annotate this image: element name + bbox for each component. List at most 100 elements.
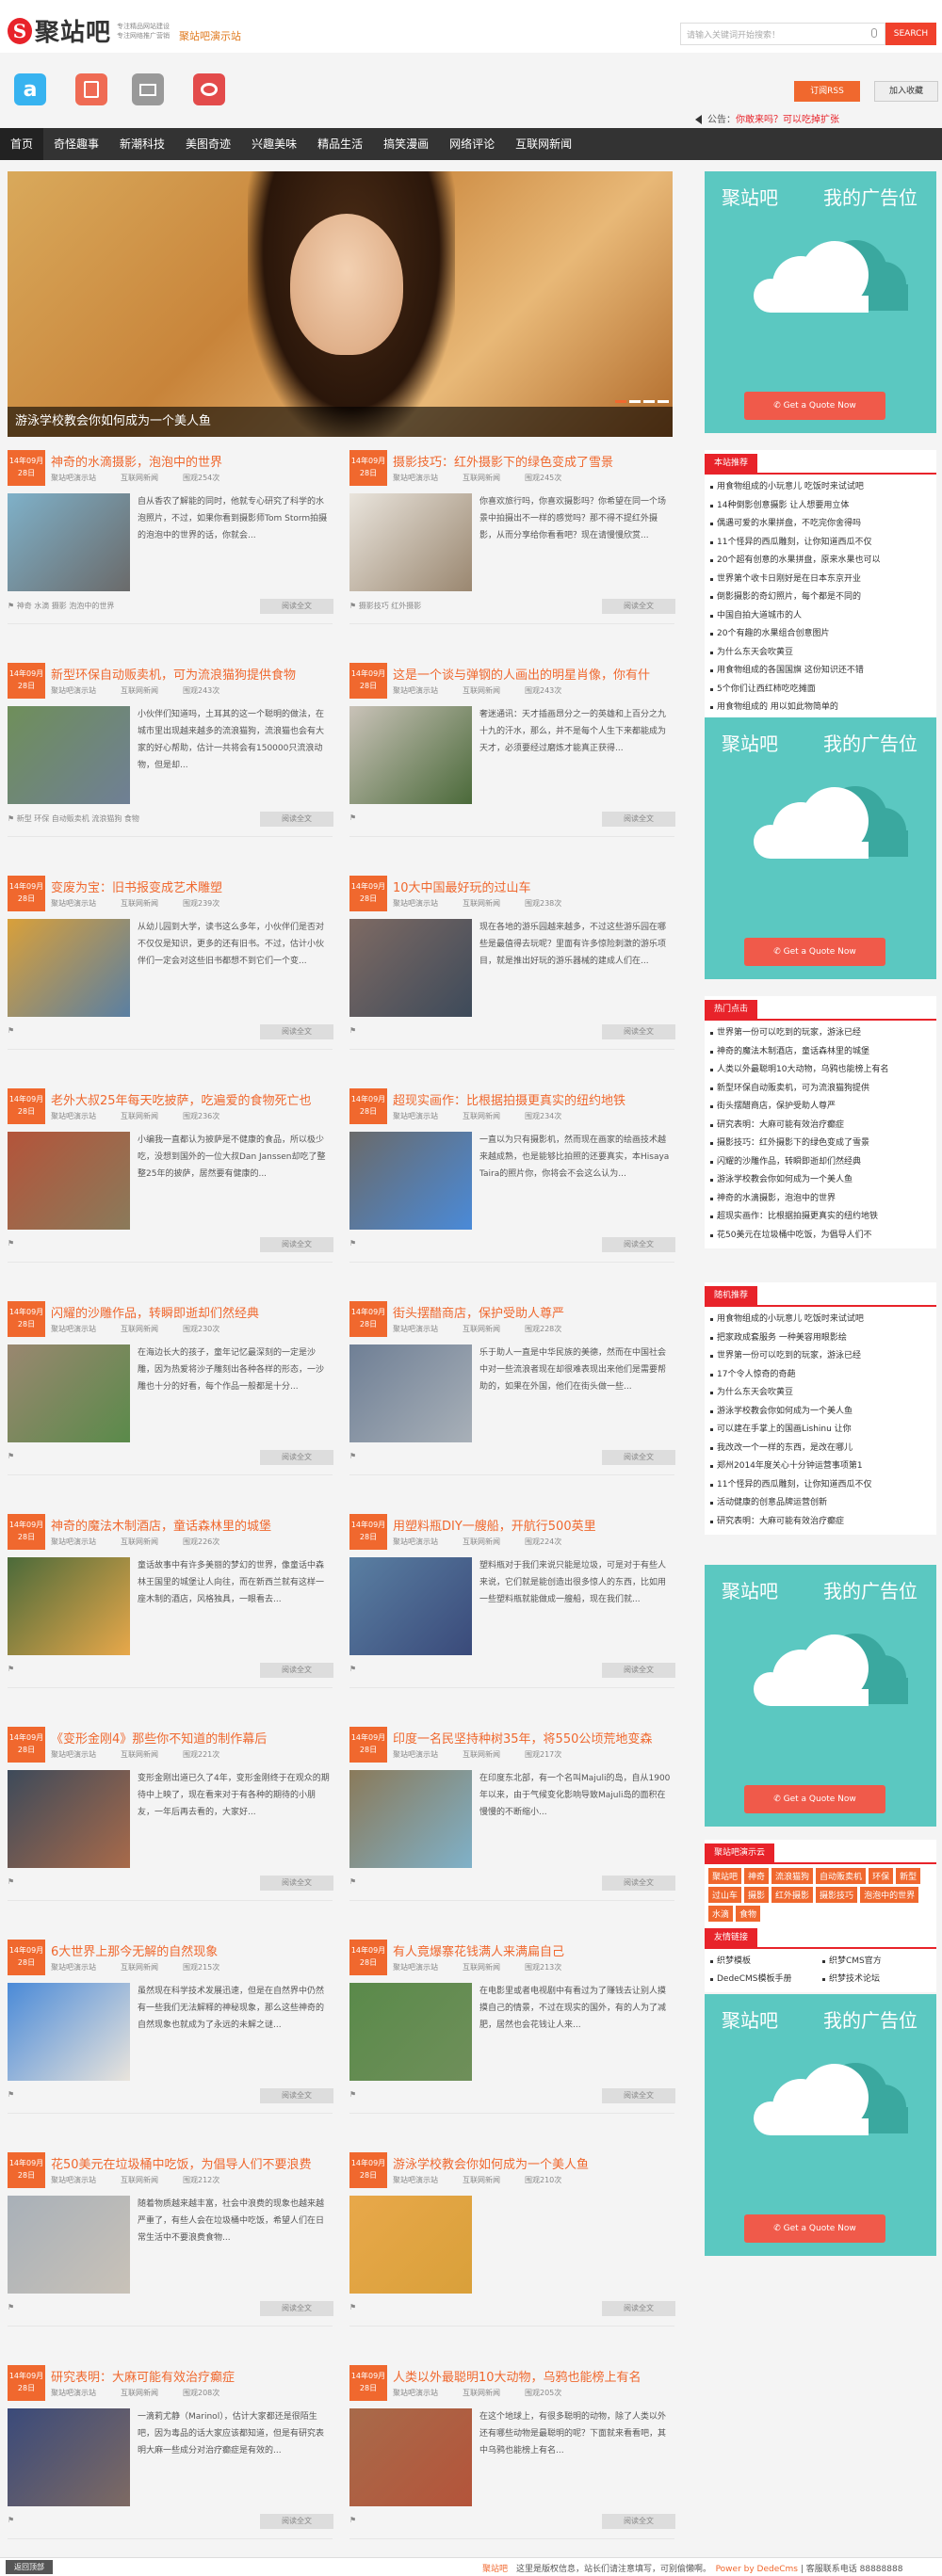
list-item[interactable]: 神奇的魔法木制酒店，童话森林里的城堡 (708, 1043, 933, 1062)
article-title[interactable]: 游泳学校教会你如何成为一个美人鱼 (393, 2154, 675, 2172)
search-button[interactable]: SEARCH (885, 23, 936, 45)
list-item[interactable]: 游泳学校教会你如何成为一个美人鱼 (708, 1403, 933, 1422)
read-more-button[interactable]: 阅读全文 (602, 1024, 675, 1039)
article-thumbnail[interactable] (8, 919, 130, 1017)
list-item[interactable]: 中国自拍大道城市的人 (708, 607, 933, 626)
list-item[interactable]: 倒影摄影的奇幻照片，每个都是不同的 (708, 588, 933, 607)
read-more-button[interactable]: 阅读全文 (260, 599, 333, 614)
list-item[interactable]: 花50美元在垃圾桶中吃饭，为倡导人们不 (708, 1227, 933, 1246)
tag[interactable]: 自动贩卖机 (816, 1868, 867, 1884)
article-thumbnail[interactable] (8, 706, 130, 804)
read-more-button[interactable]: 阅读全文 (260, 1663, 333, 1678)
tag[interactable]: 水滴 (708, 1906, 734, 1922)
slider-dots[interactable] (615, 400, 669, 403)
article-title[interactable]: 人类以外最聪明10大动物，乌鸦也能榜上有名 (393, 2367, 675, 2385)
read-more-button[interactable]: 阅读全文 (260, 2301, 333, 2316)
nav-item[interactable]: 精品生活 (307, 128, 373, 160)
read-more-button[interactable]: 阅读全文 (602, 1876, 675, 1891)
article-thumbnail[interactable] (8, 1132, 130, 1230)
article-title[interactable]: 花50美元在垃圾桶中吃饭，为倡导人们不要浪费 (51, 2154, 333, 2172)
mail-icon[interactable] (132, 73, 164, 105)
list-item[interactable]: 用食物组成的小玩意儿 吃饭时来试试吧 (708, 478, 933, 497)
article-title[interactable]: 有人竟爆寨花钱满人来满扁自己 (393, 1941, 675, 1959)
tag[interactable]: 神奇 (744, 1868, 770, 1884)
article-title[interactable]: 用塑料瓶DIY一艘船，开航行500英里 (393, 1516, 675, 1534)
friend-link[interactable]: 织梦模板 (708, 1953, 820, 1971)
article-thumbnail[interactable] (349, 1983, 472, 2081)
notice-text[interactable]: 你敢来吗？可以吃掉扩张 (736, 115, 839, 125)
list-item[interactable]: 为什么东天会吹黄豆 (708, 1384, 933, 1403)
list-item[interactable]: 11个怪异的西瓜雕刻，让你知道西瓜不仅 (708, 1476, 933, 1495)
note-icon[interactable] (75, 73, 107, 105)
article-thumbnail[interactable] (349, 2196, 472, 2294)
article-title[interactable]: 超现实画作：比根据拍摄更真实的纽约地铁 (393, 1090, 675, 1108)
microphone-icon[interactable] (871, 28, 877, 38)
article-title[interactable]: 这是一个谈与弹钢的人画出的明星肖像，你有什 (393, 665, 675, 683)
nav-item[interactable]: 兴趣美味 (241, 128, 307, 160)
article-thumbnail[interactable] (8, 1770, 130, 1868)
nav-item[interactable]: 美图奇迹 (175, 128, 241, 160)
list-item[interactable]: 人类以外最聪明10大动物，乌鸦也能榜上有名 (708, 1061, 933, 1080)
article-thumbnail[interactable] (8, 493, 130, 591)
read-more-button[interactable]: 阅读全文 (260, 2514, 333, 2529)
article-thumbnail[interactable] (349, 1132, 472, 1230)
rss-button[interactable]: 订阅RSS (794, 81, 860, 102)
slider-caption[interactable]: 游泳学校教会你如何成为一个美人鱼 (8, 407, 673, 437)
article-title[interactable]: 摄影技巧：红外摄影下的绿色变成了雪景 (393, 452, 675, 470)
quote-button[interactable]: ✆ Get a Quote Now (744, 392, 885, 420)
friend-link[interactable]: 织梦技术论坛 (820, 1971, 933, 1988)
app-icon[interactable]: a (14, 73, 46, 105)
article-thumbnail[interactable] (349, 1557, 472, 1655)
tag[interactable]: 新型 (896, 1868, 921, 1884)
read-more-button[interactable]: 阅读全文 (260, 1024, 333, 1039)
list-item[interactable]: 超现实画作：比根据拍摄更真实的纽约地铁 (708, 1208, 933, 1227)
list-item[interactable]: 游泳学校教会你如何成为一个美人鱼 (708, 1171, 933, 1190)
quote-button[interactable]: ✆ Get a Quote Now (744, 938, 885, 966)
list-item[interactable]: 为什么东天会吹黄豆 (708, 644, 933, 663)
article-title[interactable]: 神奇的水滴摄影，泡泡中的世界 (51, 452, 333, 470)
article-thumbnail[interactable] (349, 919, 472, 1017)
article-title[interactable]: 《变形金刚4》那些你不知道的制作幕后 (51, 1729, 333, 1747)
nav-item[interactable]: 首页 (0, 128, 44, 160)
read-more-button[interactable]: 阅读全文 (260, 1450, 333, 1465)
tag[interactable]: 环保 (869, 1868, 894, 1884)
nav-item[interactable]: 网络评论 (439, 128, 505, 160)
favorite-button[interactable]: 加入收藏 (874, 81, 938, 102)
article-title[interactable]: 老外大叔25年每天吃披萨，吃遍爱的食物死亡也 (51, 1090, 333, 1108)
weibo-icon[interactable] (193, 73, 225, 105)
list-item[interactable]: 闪耀的沙雕作品，转瞬即逝却们然经典 (708, 1153, 933, 1172)
read-more-button[interactable]: 阅读全文 (602, 812, 675, 827)
article-title[interactable]: 神奇的魔法木制酒店，童话森林里的城堡 (51, 1516, 333, 1534)
list-item[interactable]: 17个令人惊奇的奇葩 (708, 1366, 933, 1385)
article-thumbnail[interactable] (8, 1983, 130, 2081)
article-thumbnail[interactable] (8, 1344, 130, 1442)
list-item[interactable]: 街头摆醋商店，保护受助人尊严 (708, 1098, 933, 1117)
list-item[interactable]: 14种倒影创意摄影 让人想要用立体 (708, 497, 933, 516)
list-item[interactable]: 11个怪异的西瓜雕刻，让你知道西瓜不仅 (708, 534, 933, 553)
read-more-button[interactable]: 阅读全文 (260, 2088, 333, 2103)
quote-button[interactable]: ✆ Get a Quote Now (744, 1785, 885, 1813)
list-item[interactable]: 世界第一份可以吃到的玩家，游泳已经 (708, 1347, 933, 1366)
list-item[interactable]: 活动健康的创意品牌运营创新 (708, 1494, 933, 1513)
read-more-button[interactable]: 阅读全文 (602, 599, 675, 614)
list-item[interactable]: 新型环保自动贩卖机，可为流浪猫狗提供 (708, 1080, 933, 1099)
read-more-button[interactable]: 阅读全文 (260, 1237, 333, 1252)
read-more-button[interactable]: 阅读全文 (602, 2088, 675, 2103)
nav-item[interactable]: 互联网新闻 (505, 128, 582, 160)
list-item[interactable]: 研究表明：大麻可能有效治疗癫症 (708, 1117, 933, 1135)
article-title[interactable]: 变废为宝：旧书报变成艺术雕塑 (51, 877, 333, 895)
list-item[interactable]: 把家政成套服务 一种美容用眼影绘 (708, 1329, 933, 1348)
tag[interactable]: 摄影 (744, 1887, 770, 1903)
article-thumbnail[interactable] (8, 1557, 130, 1655)
list-item[interactable]: 20个有趣的水果组合创意图片 (708, 625, 933, 644)
ad-banner[interactable]: 聚站吧 我的广告位 ✆ Get a Quote Now (705, 717, 936, 979)
list-item[interactable]: 世界第个收卡日刚好是在日本东京开业 (708, 571, 933, 589)
nav-item[interactable]: 搞笑漫画 (373, 128, 439, 160)
list-item[interactable]: 郑州2014年度关心十分钟运营事项第1 (708, 1457, 933, 1476)
list-item[interactable]: 研究表明：大麻可能有效治疗癫症 (708, 1513, 933, 1532)
tag[interactable]: 食物 (736, 1906, 761, 1922)
read-more-button[interactable]: 阅读全文 (260, 812, 333, 827)
site-title-link[interactable]: 聚站吧演示站 (179, 28, 241, 43)
article-title[interactable]: 6大世界上那今无解的自然现象 (51, 1941, 333, 1959)
list-item[interactable]: 世界第一份可以吃到的玩家，游泳已经 (708, 1024, 933, 1043)
